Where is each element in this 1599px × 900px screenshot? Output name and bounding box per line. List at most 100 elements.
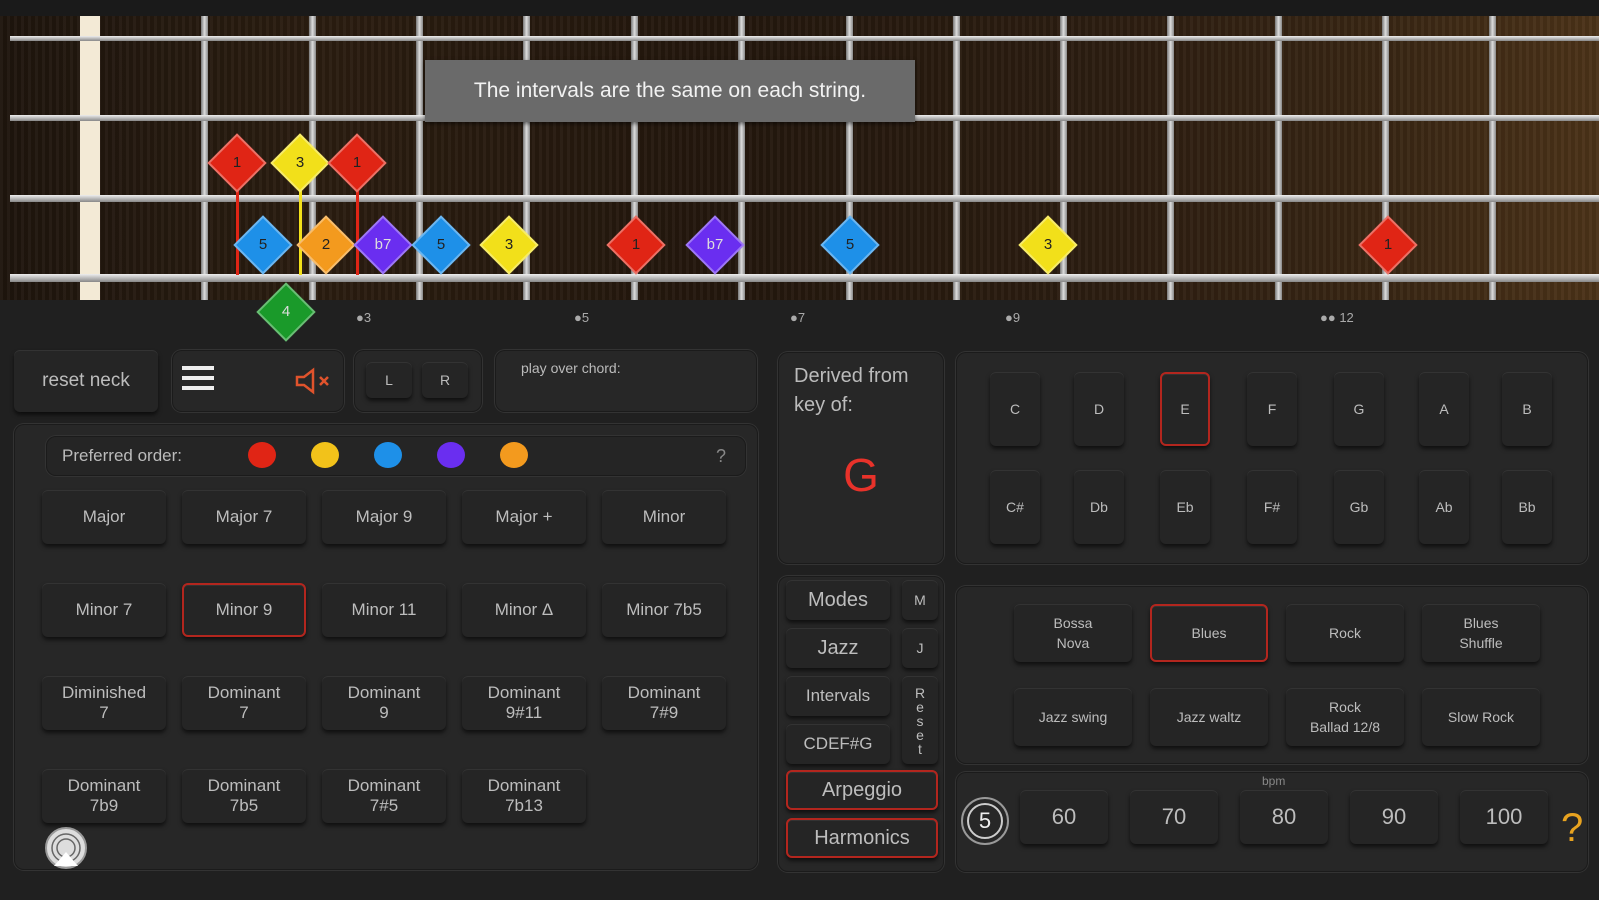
fret-wire — [1275, 16, 1282, 300]
left-hand-button[interactable]: L — [366, 362, 412, 398]
fret-position-marker: ●9 — [1005, 310, 1021, 325]
note-label: 4 — [281, 303, 291, 320]
bpm-button[interactable]: 80 — [1240, 790, 1328, 844]
bpm-help-icon[interactable]: ? — [1561, 806, 1583, 851]
note-label: 2 — [321, 236, 331, 253]
reset-neck-button[interactable]: reset neck — [14, 350, 158, 412]
chord-button[interactable]: Minor 11 — [322, 583, 446, 637]
bpm-button[interactable]: 90 — [1350, 790, 1438, 844]
bpm-button[interactable]: 60 — [1020, 790, 1108, 844]
chord-button[interactable]: Dominant 7b13 — [462, 769, 586, 823]
style-button[interactable]: Slow Rock — [1422, 688, 1540, 746]
jazz-button[interactable]: Jazz — [786, 628, 890, 668]
modes-m-button[interactable]: M — [902, 580, 938, 620]
derived-key: G — [843, 449, 879, 501]
play-over-chord-label: play over chord: — [521, 360, 621, 376]
style-button[interactable]: Blues Shuffle — [1422, 604, 1540, 662]
preferred-color-dot[interactable] — [311, 442, 339, 468]
fret-position-marker: ●7 — [790, 310, 806, 325]
chord-button[interactable]: Major + — [462, 490, 586, 544]
fret-wire — [1489, 16, 1496, 300]
key-button[interactable]: C# — [990, 470, 1040, 544]
chord-button[interactable]: Minor 7b5 — [602, 583, 726, 637]
bpm-label: bpm — [1262, 774, 1286, 788]
speaker-muted-icon[interactable] — [295, 366, 335, 396]
note-label: b7 — [374, 236, 392, 253]
preferred-color-dot[interactable] — [437, 442, 465, 468]
key-button[interactable]: Eb — [1160, 470, 1210, 544]
derived-label: Derived from key of: — [794, 365, 909, 416]
chord-button[interactable]: Dominant 7 — [182, 676, 306, 730]
chord-button[interactable]: Major 9 — [322, 490, 446, 544]
style-button[interactable]: Blues — [1150, 604, 1268, 662]
style-button[interactable]: Rock — [1286, 604, 1404, 662]
note-label: 1 — [232, 154, 242, 171]
harmonics-button[interactable]: Harmonics — [786, 818, 938, 858]
cdefg-button[interactable]: CDEF#G — [786, 724, 890, 764]
key-button[interactable]: B — [1502, 372, 1552, 446]
person-icon[interactable] — [44, 826, 88, 870]
hand-panel: L R — [354, 350, 482, 412]
chord-button[interactable]: Diminished 7 — [42, 676, 166, 730]
note-label: 5 — [845, 236, 855, 253]
jazz-j-button[interactable]: J — [902, 628, 938, 668]
key-button[interactable]: D — [1074, 372, 1124, 446]
key-button[interactable]: Ab — [1419, 470, 1469, 544]
count-in-button[interactable]: 5 — [961, 797, 1009, 845]
note-label: 3 — [504, 236, 514, 253]
chord-button[interactable]: Dominant 7b9 — [42, 769, 166, 823]
note-label: 5 — [436, 236, 446, 253]
intervals-button[interactable]: Intervals — [786, 676, 890, 716]
count-in-value: 5 — [967, 803, 1003, 839]
chord-button[interactable]: Minor — [602, 490, 726, 544]
derived-key-panel: Derived from key of: G — [778, 352, 944, 564]
bpm-button[interactable]: 100 — [1460, 790, 1548, 844]
key-button[interactable]: Bb — [1502, 470, 1552, 544]
chord-button[interactable]: Dominant 7b5 — [182, 769, 306, 823]
style-button[interactable]: Jazz swing — [1014, 688, 1132, 746]
chord-button[interactable]: Dominant 7#9 — [602, 676, 726, 730]
chord-button[interactable]: Minor 9 — [182, 583, 306, 637]
key-button[interactable]: Db — [1074, 470, 1124, 544]
note-label: 1 — [1383, 236, 1393, 253]
chord-button[interactable]: Minor Δ — [462, 583, 586, 637]
play-over-chord-panel[interactable]: play over chord: — [495, 350, 757, 412]
right-hand-button[interactable]: R — [422, 362, 468, 398]
preferred-order-bar: Preferred order: ? — [46, 436, 746, 476]
note-label: 1 — [631, 236, 641, 253]
menu-icon[interactable] — [182, 366, 214, 396]
chord-button[interactable]: Major — [42, 490, 166, 544]
neck-tooltip: The intervals are the same on each strin… — [425, 60, 915, 122]
fret-wire — [953, 16, 960, 300]
fret-wire — [738, 16, 745, 300]
preferred-color-dot[interactable] — [500, 442, 528, 468]
key-button[interactable]: E — [1160, 372, 1210, 446]
chord-button[interactable]: Major 7 — [182, 490, 306, 544]
note-label: 1 — [352, 154, 362, 171]
key-button[interactable]: C — [990, 372, 1040, 446]
key-button[interactable]: G — [1334, 372, 1384, 446]
key-button[interactable]: A — [1419, 372, 1469, 446]
key-button[interactable]: F — [1247, 372, 1297, 446]
note-label: 3 — [1043, 236, 1053, 253]
string-1 — [10, 35, 1599, 41]
modes-button[interactable]: Modes — [786, 580, 890, 620]
menu-mute-panel — [172, 350, 344, 412]
preferred-color-dot[interactable] — [248, 442, 276, 468]
reset-button[interactable]: Reset — [902, 676, 938, 764]
chord-button[interactable]: Dominant 7#5 — [322, 769, 446, 823]
bpm-button[interactable]: 70 — [1130, 790, 1218, 844]
preferred-color-dot[interactable] — [374, 442, 402, 468]
chord-button[interactable]: Dominant 9 — [322, 676, 446, 730]
chord-button[interactable]: Minor 7 — [42, 583, 166, 637]
key-button[interactable]: F# — [1247, 470, 1297, 544]
style-button[interactable]: Jazz waltz — [1150, 688, 1268, 746]
fret-wire — [1167, 16, 1174, 300]
preferred-help-icon[interactable]: ? — [716, 446, 726, 467]
style-button[interactable]: Bossa Nova — [1014, 604, 1132, 662]
style-button[interactable]: Rock Ballad 12/8 — [1286, 688, 1404, 746]
key-button[interactable]: Gb — [1334, 470, 1384, 544]
arpeggio-button[interactable]: Arpeggio — [786, 770, 938, 810]
chord-button[interactable]: Dominant 9#11 — [462, 676, 586, 730]
string-3 — [10, 194, 1599, 202]
